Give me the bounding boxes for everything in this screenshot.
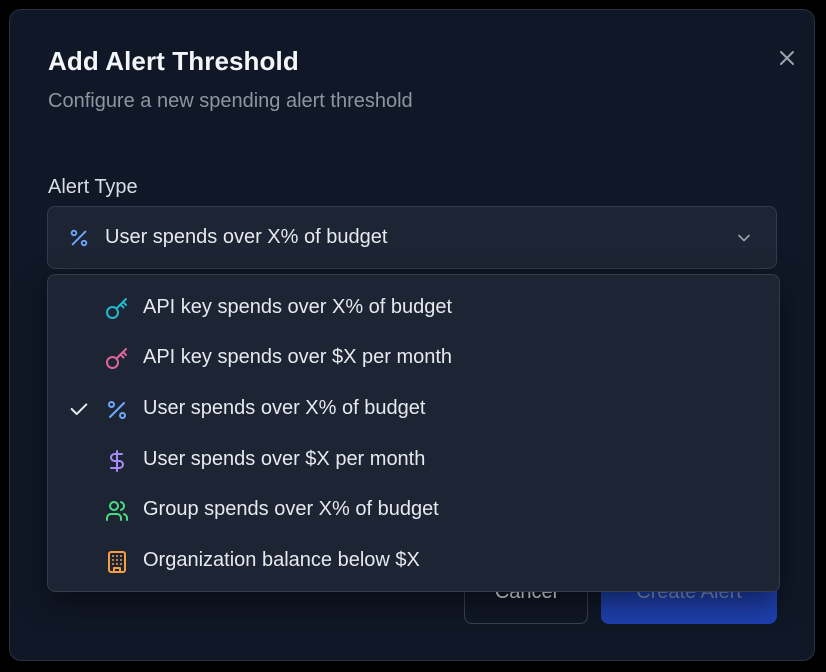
option-user-percent[interactable]: User spends over X% of budget (48, 384, 779, 434)
option-label: User spends over $X per month (143, 448, 426, 470)
option-label: API key spends over $X per month (143, 346, 453, 368)
percent-icon (68, 227, 90, 249)
users-icon (105, 499, 129, 523)
dialog-title: Add Alert Threshold (48, 46, 299, 76)
key-icon (105, 297, 129, 321)
option-org-balance[interactable]: Organization balance below $X (48, 536, 779, 586)
option-user-dollar[interactable]: User spends over $X per month (48, 435, 779, 485)
close-button[interactable] (776, 47, 798, 69)
alert-type-value: User spends over X% of budget (105, 226, 388, 248)
dollar-icon (105, 449, 129, 473)
chevron-down-icon (734, 228, 754, 248)
building-icon (105, 550, 129, 574)
key-icon (105, 347, 129, 371)
option-api-key-percent[interactable]: API key spends over X% of budget (48, 283, 779, 333)
alert-type-select[interactable]: User spends over X% of budget (47, 206, 777, 269)
alert-type-label: Alert Type (48, 176, 138, 198)
dialog-subtitle: Configure a new spending alert threshold (48, 90, 413, 112)
option-label: User spends over X% of budget (143, 397, 426, 419)
option-label: API key spends over X% of budget (143, 296, 453, 318)
option-group-percent[interactable]: Group spends over X% of budget (48, 485, 779, 535)
check-icon (68, 398, 90, 420)
option-api-key-dollar[interactable]: API key spends over $X per month (48, 333, 779, 383)
option-label: Organization balance below $X (143, 549, 420, 571)
percent-icon (105, 398, 129, 422)
x-icon (780, 51, 794, 65)
option-label: Group spends over X% of budget (143, 498, 439, 520)
alert-type-dropdown: API key spends over X% of budget API key… (47, 274, 780, 592)
